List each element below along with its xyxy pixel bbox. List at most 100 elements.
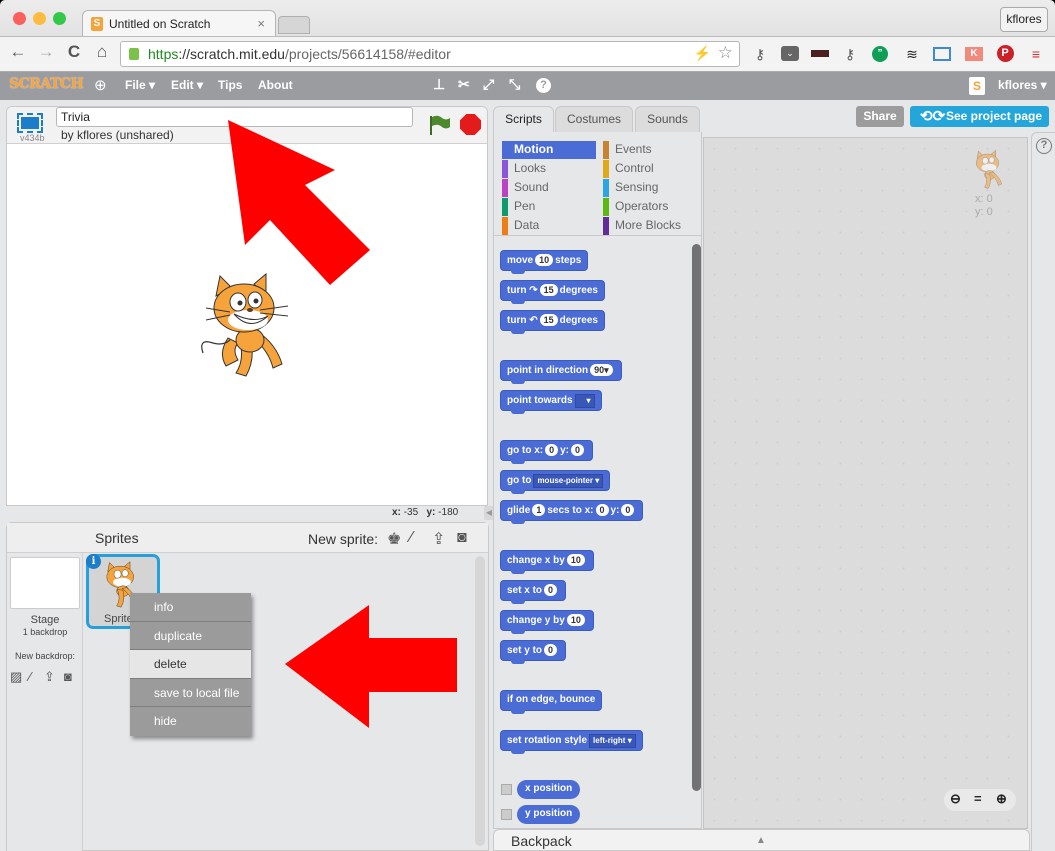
- user-menu[interactable]: kflores ▾: [998, 78, 1047, 92]
- block-input[interactable]: 90▾: [590, 364, 613, 376]
- context-menu-info[interactable]: info: [130, 593, 251, 622]
- context-menu-duplicate[interactable]: duplicate: [130, 622, 251, 651]
- my-stuff-folder-icon[interactable]: S: [969, 77, 985, 95]
- block-set-rotation-style[interactable]: set rotation style left-right ▾: [500, 730, 643, 754]
- category-pen[interactable]: Pen: [502, 198, 596, 216]
- about-menu[interactable]: About: [258, 78, 293, 92]
- zoom-out-icon[interactable]: ⊖: [950, 791, 961, 807]
- stage-thumbnail[interactable]: [10, 557, 80, 609]
- klout-icon[interactable]: K: [965, 47, 983, 61]
- sprite-info-icon[interactable]: i: [86, 554, 101, 569]
- tips-menu[interactable]: Tips: [218, 78, 242, 92]
- block-if-on-edge-bounce[interactable]: if on edge, bounce: [500, 690, 603, 714]
- paint-backdrop-icon[interactable]: ⁄: [29, 669, 31, 684]
- key-icon[interactable]: ⚷: [750, 44, 770, 64]
- context-menu-delete[interactable]: delete: [130, 650, 251, 679]
- scratch-logo[interactable]: SCRATCH: [9, 76, 84, 92]
- menu-icon[interactable]: ≡: [1026, 44, 1046, 64]
- camera-backdrop-icon[interactable]: ◙: [64, 669, 72, 684]
- green-flag-icon[interactable]: [428, 114, 452, 136]
- fullscreen-icon[interactable]: [17, 113, 43, 133]
- tab-sounds[interactable]: Sounds: [635, 106, 700, 132]
- block-input[interactable]: 0: [621, 504, 635, 516]
- reload-button[interactable]: C: [64, 42, 84, 62]
- help-icon[interactable]: ?: [1036, 138, 1052, 154]
- sprites-scrollbar[interactable]: [475, 556, 485, 846]
- category-looks[interactable]: Looks: [502, 160, 596, 178]
- shrink-icon[interactable]: ⤡: [509, 76, 520, 93]
- category-events[interactable]: Events: [603, 141, 697, 159]
- close-window-button[interactable]: [13, 12, 26, 25]
- forward-button[interactable]: →: [36, 42, 56, 62]
- block-glide[interactable]: glide 1 secs to x: 0 y: 0: [500, 500, 644, 524]
- block-set-x[interactable]: set x to 0: [500, 580, 567, 604]
- block-input[interactable]: 0: [545, 444, 559, 456]
- block-input[interactable]: 10: [566, 554, 585, 566]
- block-input[interactable]: 10: [566, 614, 585, 626]
- block-dropdown[interactable]: left-right ▾: [589, 734, 636, 748]
- window-capture-icon[interactable]: [933, 47, 951, 61]
- incognito-mask-icon[interactable]: [811, 50, 829, 57]
- close-tab-icon[interactable]: ×: [257, 16, 265, 31]
- pinterest-icon[interactable]: P: [996, 45, 1014, 62]
- block-turn-left[interactable]: turn ↶ 15 degrees: [500, 310, 605, 334]
- share-button[interactable]: Share: [856, 106, 904, 127]
- duplicate-stamp-icon[interactable]: ⊥: [433, 76, 445, 93]
- script-area[interactable]: [703, 137, 1028, 829]
- edit-menu[interactable]: Edit ▾: [171, 78, 203, 92]
- language-globe-icon[interactable]: ⊕: [94, 76, 107, 94]
- delete-scissors-icon[interactable]: ✂: [458, 76, 470, 93]
- zoom-reset-button[interactable]: =: [974, 791, 982, 806]
- buffer-icon[interactable]: ≋: [902, 44, 922, 64]
- see-project-page-button[interactable]: ⟲⟳ See project page: [910, 106, 1049, 127]
- hangouts-icon[interactable]: ”: [872, 46, 888, 62]
- block-input[interactable]: 15: [539, 284, 558, 296]
- y-position-checkbox[interactable]: [501, 809, 512, 820]
- back-button[interactable]: ←: [8, 42, 28, 62]
- block-input[interactable]: 15: [539, 314, 558, 326]
- browser-tab[interactable]: S Untitled on Scratch ×: [82, 10, 276, 38]
- context-menu-save-to-local-file[interactable]: save to local file: [130, 679, 251, 708]
- category-sound[interactable]: Sound: [502, 179, 596, 197]
- tab-costumes[interactable]: Costumes: [555, 106, 633, 132]
- upload-backdrop-icon[interactable]: ⇪: [44, 669, 55, 685]
- file-menu[interactable]: File ▾: [125, 78, 155, 92]
- choose-sprite-from-library-icon[interactable]: ♚: [387, 529, 401, 549]
- block-input[interactable]: 1: [532, 504, 546, 516]
- block-go-to-xy[interactable]: go to x: 0 y: 0: [500, 440, 594, 464]
- category-sensing[interactable]: Sensing: [603, 179, 697, 197]
- context-menu-hide[interactable]: hide: [130, 707, 251, 736]
- category-motion[interactable]: Motion: [502, 141, 596, 159]
- address-bar[interactable]: https://scratch.mit.edu/projects/5661415…: [120, 41, 740, 67]
- block-point-towards[interactable]: point towards ▾: [500, 390, 602, 414]
- block-point-in-direction[interactable]: point in direction 90▾: [500, 360, 622, 384]
- block-input[interactable]: 0: [571, 444, 585, 456]
- block-dropdown[interactable]: ▾: [574, 394, 595, 408]
- new-tab-button[interactable]: [278, 16, 310, 34]
- block-input[interactable]: 0: [544, 584, 558, 596]
- bookmark-star-icon[interactable]: ☆: [718, 43, 733, 63]
- zoom-in-icon[interactable]: ⊕: [996, 791, 1007, 807]
- category-operators[interactable]: Operators: [603, 198, 697, 216]
- category-data[interactable]: Data: [502, 217, 596, 235]
- block-change-y[interactable]: change y by 10: [500, 610, 594, 634]
- x-position-checkbox[interactable]: [501, 784, 512, 795]
- home-button[interactable]: ⌂: [92, 42, 112, 62]
- maximize-window-button[interactable]: [53, 12, 66, 25]
- key-icon[interactable]: ⚷: [840, 44, 860, 64]
- block-help-icon[interactable]: ?: [536, 78, 551, 93]
- category-more-blocks[interactable]: More Blocks: [603, 217, 697, 235]
- profile-button[interactable]: kflores: [1000, 7, 1048, 32]
- block-input[interactable]: 10: [535, 254, 554, 266]
- camera-sprite-icon[interactable]: ◙: [457, 529, 467, 547]
- backpack-expand-icon[interactable]: ▲: [756, 835, 766, 846]
- reporter-y-position[interactable]: y position: [517, 805, 581, 824]
- category-control[interactable]: Control: [603, 160, 697, 178]
- palette-scrollbar[interactable]: [692, 244, 701, 791]
- tab-scripts[interactable]: Scripts: [493, 106, 554, 133]
- block-change-x[interactable]: change x by 10: [500, 550, 594, 574]
- paint-new-sprite-icon[interactable]: ⁄: [410, 529, 413, 547]
- block-turn-right[interactable]: turn ↷ 15 degrees: [500, 280, 605, 304]
- block-input[interactable]: 0: [544, 644, 558, 656]
- block-move-steps[interactable]: move 10 steps: [500, 250, 589, 274]
